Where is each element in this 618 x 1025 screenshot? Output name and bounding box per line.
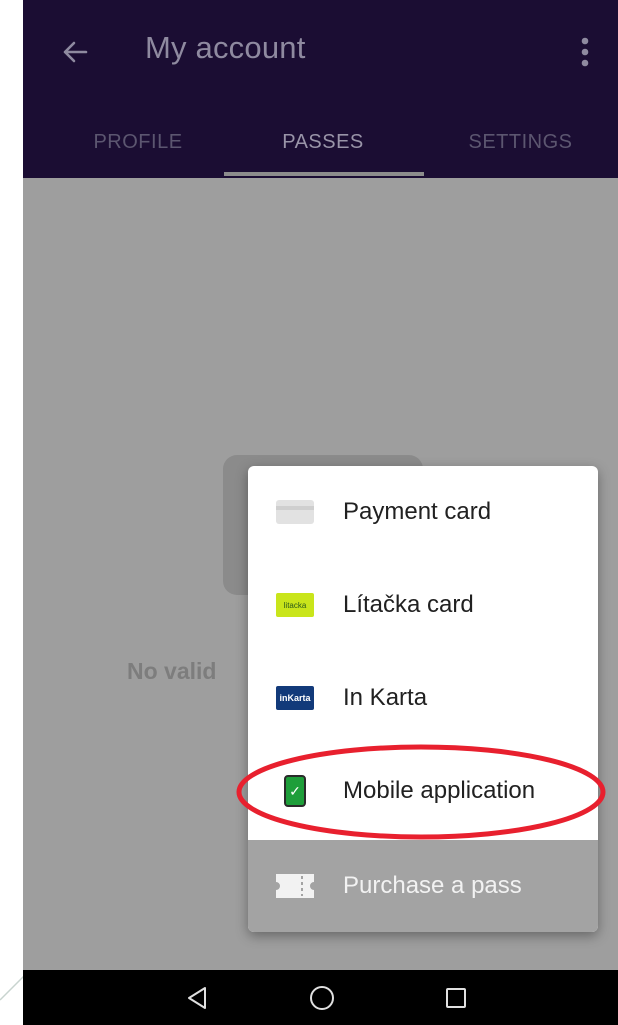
empty-state-text: No valid: [127, 658, 217, 684]
system-nav-bar: [23, 970, 618, 1025]
litacka-card-icon: litacka: [276, 592, 314, 618]
page-title: My account: [145, 30, 306, 65]
purchase-pass-button[interactable]: Purchase a pass: [248, 840, 598, 932]
ticket-icon: [276, 873, 314, 899]
triangle-back-icon[interactable]: [175, 978, 219, 1018]
menu-item-in-karta[interactable]: inKarta In Karta: [248, 652, 598, 744]
menu-item-label: In Karta: [343, 684, 428, 711]
tab-bar: PROFILE PASSES SETTINGS: [23, 110, 618, 178]
more-vert-icon[interactable]: [573, 30, 597, 74]
square-recents-icon[interactable]: [434, 978, 478, 1018]
menu-item-label: Purchase a pass: [343, 872, 522, 899]
menu-item-payment-card[interactable]: Payment card: [248, 466, 598, 558]
menu-item-litacka-card[interactable]: litacka Lítačka card: [248, 559, 598, 651]
circle-home-icon[interactable]: [300, 978, 344, 1018]
payment-card-icon: [276, 499, 314, 525]
menu-item-label: Payment card: [343, 498, 492, 525]
app-bar: My account PROFILE PASSES SETTINGS: [23, 0, 618, 178]
tab-indicator: [224, 172, 424, 176]
arrow-left-icon[interactable]: [55, 32, 95, 72]
menu-item-mobile-application[interactable]: ✓ Mobile application: [248, 745, 598, 837]
menu-item-label: Mobile application: [343, 777, 536, 804]
tab-profile[interactable]: PROFILE: [43, 110, 233, 174]
in-karta-icon: inKarta: [276, 685, 314, 711]
tab-passes[interactable]: PASSES: [223, 110, 423, 174]
phone-screen: My account PROFILE PASSES SETTINGS No va…: [23, 0, 618, 1025]
menu-item-label: Lítačka card: [343, 591, 474, 618]
pass-type-menu: Payment card litacka Lítačka card inKart…: [248, 466, 598, 932]
tab-settings[interactable]: SETTINGS: [423, 110, 618, 174]
mobile-phone-icon: ✓: [276, 775, 314, 807]
